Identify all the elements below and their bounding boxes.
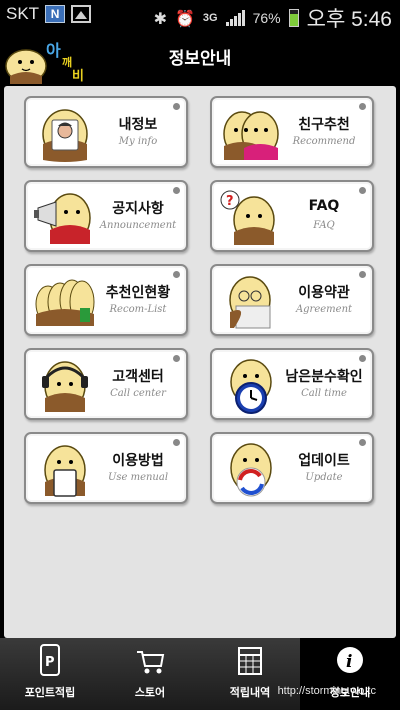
info-icon: i — [337, 647, 363, 673]
menu-use-manual-button[interactable]: 이용방법 Use menual — [24, 432, 188, 504]
network-type: 3G — [202, 12, 218, 24]
nav-history[interactable]: 적립내역 — [200, 638, 300, 710]
bottom-nav: P 포인트적립 스토어 적립내역 i 정보안내 — [0, 638, 400, 710]
menu-label-en: Announcement — [99, 220, 177, 231]
menu-agreement-button[interactable]: 이용약관 Agreement — [210, 264, 374, 336]
indicator-dot — [359, 439, 366, 446]
nav-point-earn[interactable]: P 포인트적립 — [0, 638, 100, 710]
nav-store[interactable]: 스토어 — [100, 638, 200, 710]
carrier-label: SKT — [6, 4, 40, 23]
id-card-icon — [42, 109, 88, 162]
headset-icon — [42, 361, 88, 412]
calendar-icon — [238, 647, 262, 675]
indicator-dot — [173, 439, 180, 446]
phone-p-icon: P — [40, 644, 60, 676]
menu-label-kr: 내정보 — [118, 117, 158, 133]
svg-text:P: P — [45, 655, 55, 670]
page-title: 정보안내 — [168, 49, 232, 69]
menu-label-kr: 업데이트 — [298, 453, 350, 469]
battery-icon — [288, 9, 299, 27]
menu-label-kr: 공지사항 — [112, 201, 164, 217]
group-icon — [35, 279, 95, 326]
notification-n-icon: N — [45, 5, 66, 23]
indicator-dot — [359, 355, 366, 362]
nav-label: 포인트적립 — [24, 686, 76, 699]
menu-recommend-button[interactable]: 친구추천 Recommend — [210, 96, 374, 168]
indicator-dot — [173, 271, 180, 278]
menu-update-button[interactable]: 업데이트 Update — [210, 432, 374, 504]
menu-label-kr: FAQ — [308, 198, 340, 214]
menu-label-kr: 이용방법 — [112, 453, 164, 469]
scroll-icon — [229, 276, 271, 329]
signal-icon — [225, 10, 245, 26]
clock-icon — [230, 359, 272, 414]
menu-label-kr: 추천인현황 — [105, 285, 171, 301]
indicator-dot — [173, 103, 180, 110]
gallery-notification-icon — [71, 5, 92, 23]
menu-label-kr: 친구추천 — [298, 117, 350, 133]
svg-text:비: 비 — [72, 69, 84, 84]
nav-label: 스토어 — [134, 686, 166, 699]
menu-call-time-button[interactable]: 남은분수확인 Call time — [210, 348, 374, 420]
menu-label-kr: 이용약관 — [298, 285, 350, 301]
indicator-dot — [173, 355, 180, 362]
menu-label-kr: 고객센터 — [112, 369, 164, 385]
bluetooth-icon: ✱ — [153, 8, 167, 28]
menu-faq-button[interactable]: ? FAQ FAQ — [210, 180, 374, 252]
menu-panel: 내정보 My info 친구추천 Recommend 공지사항 Announce… — [4, 86, 396, 638]
battery-percent: 76% — [252, 10, 281, 26]
tablet-icon — [44, 445, 86, 497]
menu-label-en: My info — [118, 136, 158, 147]
indicator-dot — [173, 187, 180, 194]
cart-icon — [137, 651, 165, 674]
menu-label-kr: 남은분수확인 — [285, 369, 363, 385]
menu-label-en: Recom-List — [109, 304, 167, 315]
refresh-icon — [230, 443, 272, 497]
status-bar: SKT N ✱ ⏰ 3G 76% 오후 5:46 — [0, 0, 400, 31]
menu-label-en: Call time — [301, 388, 347, 399]
svg-text:?: ? — [226, 194, 234, 209]
question-icon: ? — [220, 190, 275, 245]
friends-icon — [223, 111, 279, 160]
menu-my-info-button[interactable]: 내정보 My info — [24, 96, 188, 168]
app-header: 아 깨 비 정보안내 — [0, 30, 400, 84]
nav-info[interactable]: i 정보안내 — [300, 638, 400, 710]
indicator-dot — [359, 187, 366, 194]
menu-call-center-button[interactable]: 고객센터 Call center — [24, 348, 188, 420]
menu-label-en: Use menual — [107, 472, 169, 483]
svg-text:i: i — [346, 652, 352, 672]
watermark-text: http://storming.wo.tc — [277, 685, 376, 697]
menu-announcement-button[interactable]: 공지사항 Announcement — [24, 180, 188, 252]
indicator-dot — [359, 271, 366, 278]
menu-label-en: Agreement — [295, 304, 353, 315]
menu-label-en: Call center — [110, 388, 166, 399]
menu-label-en: Update — [305, 472, 343, 483]
megaphone-icon — [34, 193, 91, 244]
menu-recom-list-button[interactable]: 추천인현황 Recom-List — [24, 264, 188, 336]
alarm-icon: ⏰ — [175, 8, 195, 28]
menu-label-en: Recommend — [292, 136, 356, 147]
indicator-dot — [359, 103, 366, 110]
clock-time: 오후 5:46 — [306, 8, 392, 31]
menu-label-en: FAQ — [313, 220, 335, 231]
